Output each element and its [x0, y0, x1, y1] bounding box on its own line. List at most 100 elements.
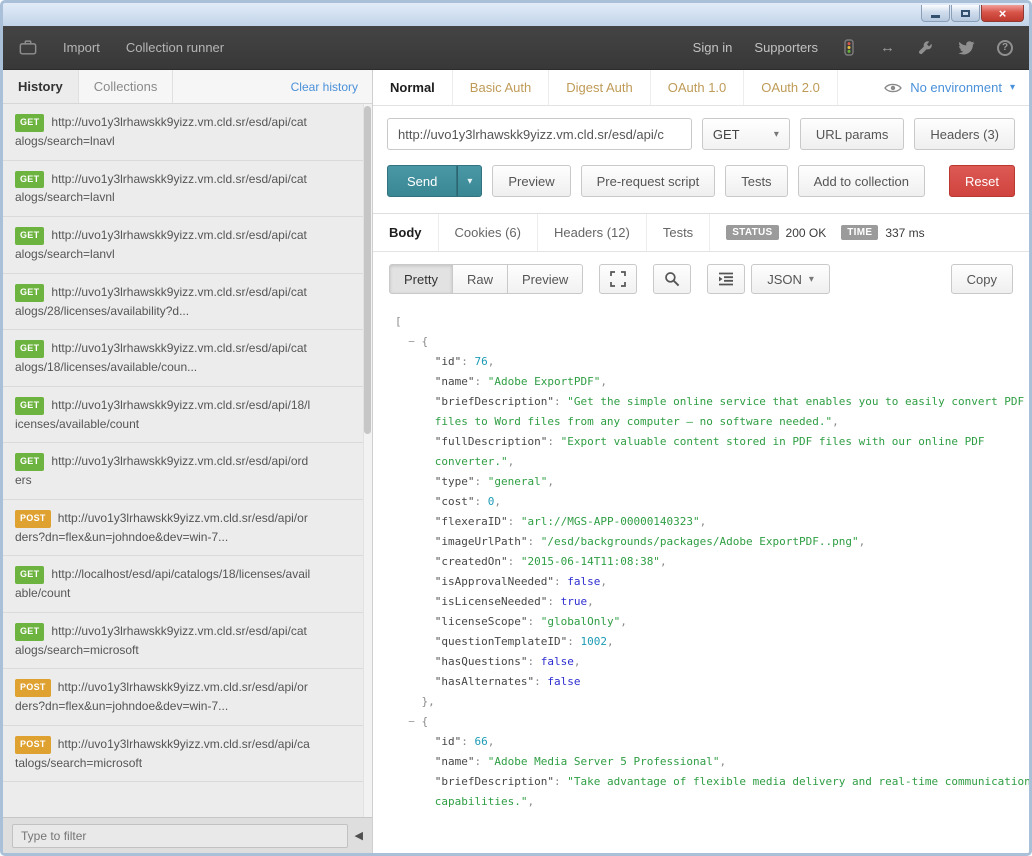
history-item[interactable]: GEThttp://uvo1y3lrhawskk9yizz.vm.cld.sr/…: [3, 161, 372, 218]
view-mode-pretty[interactable]: Pretty: [389, 264, 453, 294]
fold-toggle-icon[interactable]: −: [408, 335, 415, 348]
history-item[interactable]: GEThttp://uvo1y3lrhawskk9yizz.vm.cld.sr/…: [3, 274, 372, 331]
response-tab-cookies-6[interactable]: Cookies (6): [439, 214, 538, 251]
topbar: Import Collection runner Sign in Support…: [3, 26, 1029, 70]
code-line: "type": "general",: [395, 472, 1025, 492]
collections-icon[interactable]: [19, 39, 37, 57]
response-tab-headers-12[interactable]: Headers (12): [538, 214, 647, 251]
code-line: "isApprovalNeeded": false,: [395, 572, 1025, 592]
method-badge: POST: [15, 679, 51, 697]
view-mode-raw[interactable]: Raw: [453, 264, 508, 294]
send-button[interactable]: Send: [387, 165, 457, 197]
request-tab-digest-auth[interactable]: Digest Auth: [549, 70, 651, 105]
history-url: http://uvo1y3lrhawskk9yizz.vm.cld.sr/esd…: [15, 341, 307, 374]
code-line: [: [395, 312, 1025, 332]
request-tab-basic-auth[interactable]: Basic Auth: [453, 70, 549, 105]
method-badge: GET: [15, 171, 44, 189]
sidebar-scrollbar[interactable]: [363, 104, 372, 817]
method-badge: GET: [15, 397, 44, 415]
format-indent-button[interactable]: [707, 264, 745, 294]
history-url: http://localhost/esd/api/catalogs/18/lic…: [15, 567, 310, 600]
send-options-button[interactable]: ▾: [457, 165, 482, 197]
expand-icon: [610, 271, 626, 287]
history-list[interactable]: GEThttp://uvo1y3lrhawskk9yizz.vm.cld.sr/…: [3, 104, 372, 817]
request-tab-oauth-1-0[interactable]: OAuth 1.0: [651, 70, 745, 105]
history-item[interactable]: GEThttp://uvo1y3lrhawskk9yizz.vm.cld.sr/…: [3, 443, 372, 500]
response-tabs-inner: BodyCookies (6)Headers (12)Tests: [373, 214, 710, 251]
code-line: files to Word files from any computer — …: [395, 412, 1025, 432]
preview-button[interactable]: Preview: [492, 165, 570, 197]
code-line: capabilities.",: [395, 792, 1025, 812]
code-line: converter.",: [395, 452, 1025, 472]
sync-arrows-icon[interactable]: ↔: [880, 40, 895, 55]
sidebar-tab-collections[interactable]: Collections: [79, 70, 174, 103]
response-tab-body[interactable]: Body: [373, 214, 439, 251]
history-item[interactable]: GEThttp://uvo1y3lrhawskk9yizz.vm.cld.sr/…: [3, 330, 372, 387]
response-section: BodyCookies (6)Headers (12)Tests STATUS …: [373, 213, 1029, 853]
minimize-button[interactable]: [921, 5, 950, 22]
search-button[interactable]: [653, 264, 691, 294]
code-line: "id": 66,: [395, 732, 1025, 752]
history-item[interactable]: GEThttp://uvo1y3lrhawskk9yizz.vm.cld.sr/…: [3, 217, 372, 274]
request-tab-normal[interactable]: Normal: [373, 70, 453, 105]
action-row: Send ▾ Preview Pre-request script Tests …: [373, 156, 1029, 211]
fold-toggle-icon[interactable]: −: [408, 715, 415, 728]
sidebar-tab-history[interactable]: History: [3, 70, 79, 103]
sign-in-button[interactable]: Sign in: [693, 40, 733, 55]
maximize-button[interactable]: [951, 5, 980, 22]
headers-button[interactable]: Headers (3): [914, 118, 1015, 150]
code-line: "briefDescription": "Take advantage of f…: [395, 772, 1025, 792]
sidebar-scrollbar-thumb[interactable]: [364, 106, 371, 434]
url-params-button[interactable]: URL params: [800, 118, 904, 150]
response-tab-tests[interactable]: Tests: [647, 214, 710, 251]
format-language-group: JSON ▾: [707, 264, 830, 294]
method-badge: POST: [15, 736, 51, 754]
sidebar-tabs: HistoryCollections Clear history: [3, 70, 372, 104]
history-item[interactable]: POSThttp://uvo1y3lrhawskk9yizz.vm.cld.sr…: [3, 726, 372, 783]
method-select[interactable]: GET ▾: [702, 118, 790, 150]
url-input[interactable]: [387, 118, 692, 150]
tests-button[interactable]: Tests: [725, 165, 787, 197]
clear-history-link[interactable]: Clear history: [277, 70, 372, 103]
history-item[interactable]: POSThttp://uvo1y3lrhawskk9yizz.vm.cld.sr…: [3, 669, 372, 726]
expand-fullscreen-button[interactable]: [599, 264, 637, 294]
titlebar: ×: [3, 3, 1029, 26]
code-line: "briefDescription": "Get the simple onli…: [395, 392, 1025, 412]
environment-selector[interactable]: No environment ▾: [884, 70, 1015, 105]
filter-input[interactable]: [12, 824, 348, 848]
response-tabs: BodyCookies (6)Headers (12)Tests STATUS …: [373, 214, 1029, 252]
history-item[interactable]: GEThttp://uvo1y3lrhawskk9yizz.vm.cld.sr/…: [3, 104, 372, 161]
history-url: http://uvo1y3lrhawskk9yizz.vm.cld.sr/esd…: [15, 172, 307, 205]
collection-runner-button[interactable]: Collection runner: [126, 40, 224, 55]
method-badge: POST: [15, 510, 51, 528]
close-button[interactable]: ×: [981, 5, 1024, 22]
twitter-icon[interactable]: [957, 39, 975, 57]
method-badge: GET: [15, 227, 44, 245]
collapse-sidebar-icon[interactable]: ◀: [355, 829, 363, 842]
history-item[interactable]: GEThttp://uvo1y3lrhawskk9yizz.vm.cld.sr/…: [3, 613, 372, 670]
time-badge: TIME: [841, 225, 878, 240]
add-to-collection-button[interactable]: Add to collection: [798, 165, 925, 197]
history-item[interactable]: GEThttp://localhost/esd/api/catalogs/18/…: [3, 556, 372, 613]
history-url: http://uvo1y3lrhawskk9yizz.vm.cld.sr/esd…: [15, 115, 307, 148]
url-row: GET ▾ URL params Headers (3): [373, 106, 1029, 156]
request-tab-oauth-2-0[interactable]: OAuth 2.0: [744, 70, 838, 105]
language-select[interactable]: JSON ▾: [751, 264, 830, 294]
prerequest-script-button[interactable]: Pre-request script: [581, 165, 716, 197]
copy-button[interactable]: Copy: [951, 264, 1013, 294]
history-item[interactable]: POSThttp://uvo1y3lrhawskk9yizz.vm.cld.sr…: [3, 500, 372, 557]
supporters-button[interactable]: Supporters: [754, 40, 818, 55]
history-url: http://uvo1y3lrhawskk9yizz.vm.cld.sr/esd…: [15, 285, 307, 318]
history-url: http://uvo1y3lrhawskk9yizz.vm.cld.sr/esd…: [15, 228, 307, 261]
wrench-icon[interactable]: [917, 39, 935, 57]
help-icon[interactable]: ?: [997, 40, 1013, 56]
main-area: HistoryCollections Clear history GEThttp…: [3, 70, 1029, 853]
request-panel: NormalBasic AuthDigest AuthOAuth 1.0OAut…: [373, 70, 1029, 853]
view-mode-preview[interactable]: Preview: [508, 264, 583, 294]
response-body[interactable]: [ − { "id": 76, "name": "Adobe ExportPDF…: [373, 304, 1029, 853]
import-button[interactable]: Import: [63, 40, 100, 55]
interceptor-traffic-light-icon[interactable]: [840, 39, 858, 57]
method-value: GET: [713, 127, 740, 142]
reset-button[interactable]: Reset: [949, 165, 1015, 197]
history-item[interactable]: GEThttp://uvo1y3lrhawskk9yizz.vm.cld.sr/…: [3, 387, 372, 444]
